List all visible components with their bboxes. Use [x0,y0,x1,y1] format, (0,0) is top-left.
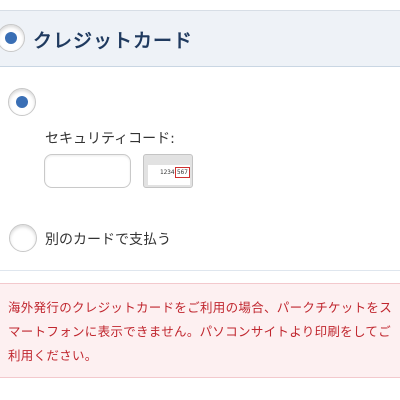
section-divider [0,270,400,271]
warning-box: 海外発行のクレジットカードをご利用の場合、パークチケットをスマートフォンに表示で… [0,283,400,378]
radio-selected-dot [16,96,28,108]
radio-selected-dot [5,32,17,44]
saved-card-radio[interactable] [8,88,36,116]
other-card-label[interactable]: 別のカードで支払う [45,229,171,249]
credit-card-radio[interactable] [0,24,25,52]
card-back-illustration: 1234 567 [143,154,193,188]
cvv-sample: 567 [175,167,190,178]
card-number-sample: 1234 [160,169,175,176]
security-code-label: セキュリティコード: [45,131,175,147]
warning-text: 海外発行のクレジットカードをご利用の場合、パークチケットをスマートフォンに表示で… [8,300,393,363]
security-code-input[interactable] [44,154,131,188]
payment-method-title: クレジットカード [33,30,194,52]
other-card-radio[interactable] [9,224,37,252]
payment-method-header[interactable]: クレジットカード [0,10,400,67]
